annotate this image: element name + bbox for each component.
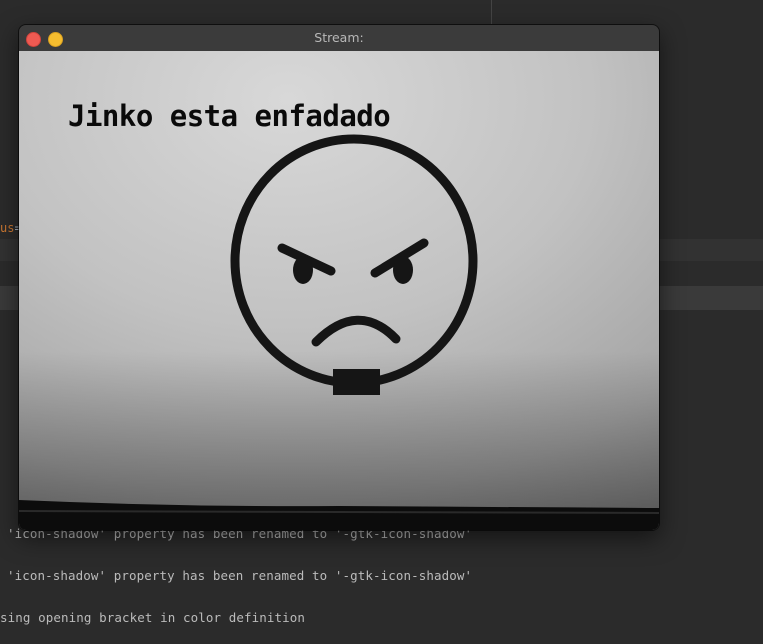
- window-titlebar[interactable]: Stream:: [19, 25, 659, 52]
- stream-window[interactable]: Stream: Jinko esta enfadado: [19, 25, 659, 530]
- editor-token-keyword: us: [0, 221, 15, 235]
- editor-right-margin-guide: [491, 0, 492, 24]
- console-error-line: sing opening bracket in color definition: [0, 610, 306, 625]
- window-title: Stream:: [314, 30, 364, 45]
- right-eye: [393, 256, 413, 284]
- console-warning-line: 'icon-shadow' property has been renamed …: [7, 568, 473, 583]
- desktop: us= 'icon-shadow' property has been rena…: [0, 0, 763, 644]
- left-eye: [293, 256, 313, 284]
- detection-label: Jinko esta enfadado: [68, 99, 391, 133]
- face-stem: [333, 369, 380, 395]
- video-frame: Jinko esta enfadado: [19, 51, 659, 530]
